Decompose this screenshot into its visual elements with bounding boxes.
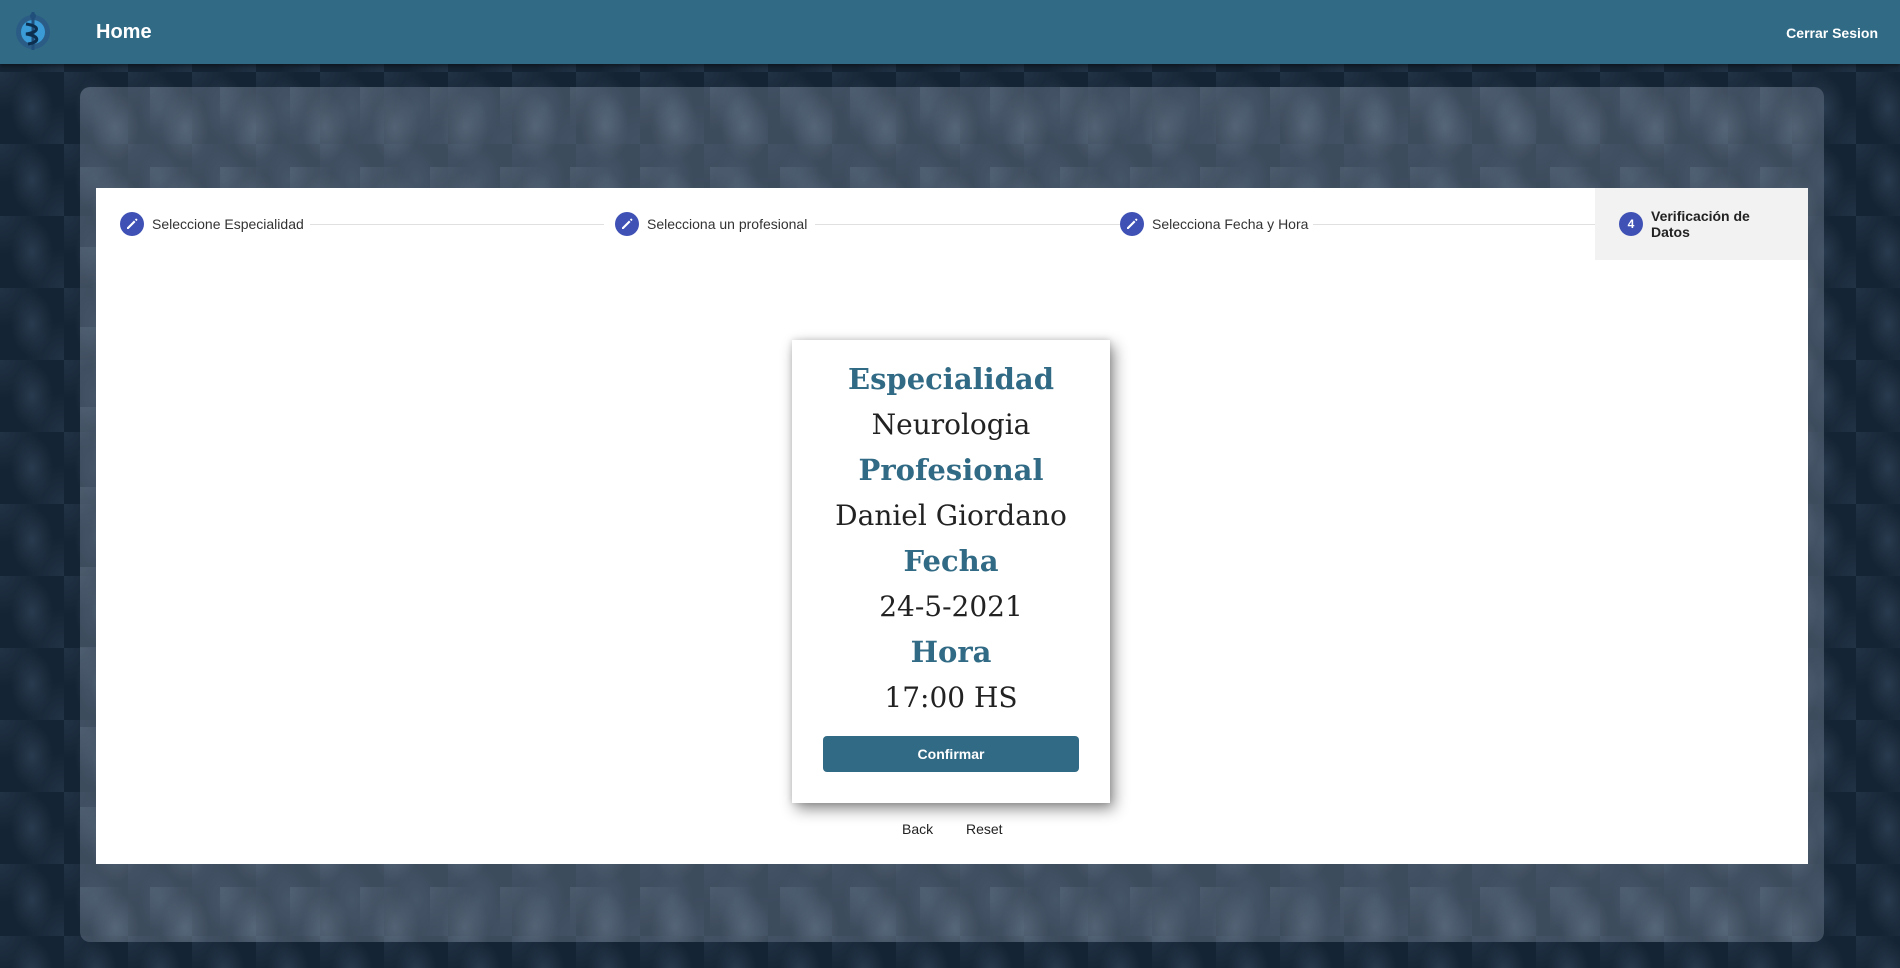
step-label: Seleccione Especialidad (152, 216, 304, 232)
date-value: 24-5-2021 (879, 590, 1023, 623)
step-connector (815, 224, 1121, 225)
stepper-header: Seleccione Especialidad Selecciona un pr… (96, 188, 1808, 260)
specialty-label: Especialidad (847, 362, 1054, 396)
step-connector (310, 224, 604, 225)
home-title[interactable]: Home (96, 21, 152, 44)
stepper-card: Seleccione Especialidad Selecciona un pr… (96, 188, 1808, 864)
stepper-navigation: Back Reset (96, 811, 1808, 847)
reset-button[interactable]: Reset (958, 811, 1011, 847)
logout-button[interactable]: Cerrar Sesion (1786, 25, 1878, 41)
step-number-badge: 4 (1619, 212, 1643, 236)
step-selecciona-fecha-hora[interactable]: Selecciona Fecha y Hora (1120, 188, 1308, 260)
step-connector (1313, 224, 1619, 225)
edit-pencil-icon (1120, 212, 1144, 236)
appointment-summary-card: Especialidad Neurologia Profesional Dani… (792, 340, 1110, 803)
specialty-value: Neurologia (871, 408, 1031, 441)
time-label: Hora (910, 635, 992, 669)
edit-pencil-icon (615, 212, 639, 236)
step-label: Selecciona Fecha y Hora (1152, 216, 1309, 232)
medical-caduceus-icon[interactable] (12, 10, 54, 52)
step-label: Selecciona un profesional (647, 216, 808, 232)
step-selecciona-profesional[interactable]: Selecciona un profesional (615, 188, 807, 260)
professional-value: Daniel Giordano (835, 499, 1067, 532)
date-label: Fecha (903, 544, 999, 578)
edit-pencil-icon (120, 212, 144, 236)
step-verificacion-datos[interactable]: 4 Verificación de Datos (1595, 188, 1808, 260)
back-button[interactable]: Back (894, 811, 941, 847)
confirm-button[interactable]: Confirmar (823, 736, 1079, 772)
step-seleccione-especialidad[interactable]: Seleccione Especialidad (120, 188, 304, 260)
time-value: 17:00 HS (884, 681, 1018, 714)
professional-label: Profesional (858, 453, 1044, 487)
top-toolbar: Home Cerrar Sesion (0, 0, 1900, 64)
step-label: Verificación de Datos (1651, 208, 1750, 240)
